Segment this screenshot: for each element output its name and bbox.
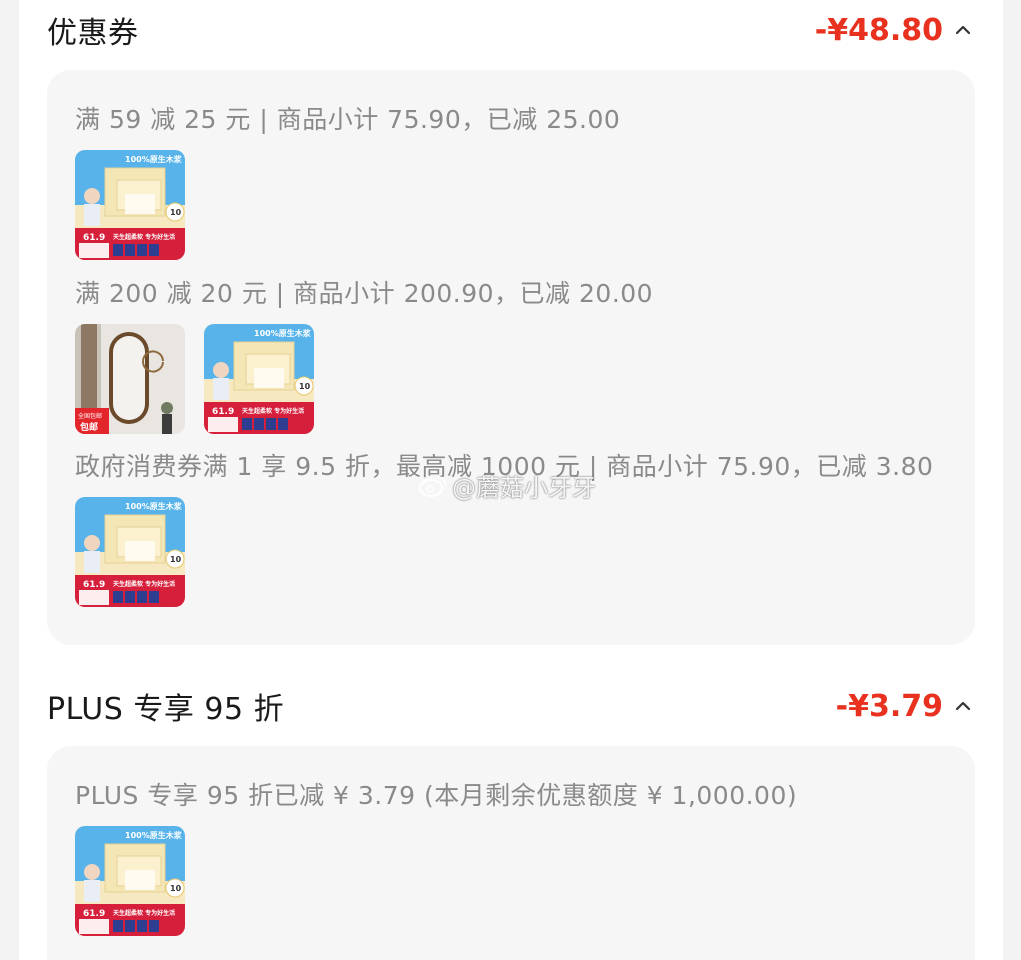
coupons-title: 优惠券: [47, 16, 139, 51]
svg-text:10: 10: [170, 555, 182, 564]
svg-text:包邮: 包邮: [79, 421, 98, 433]
svg-text:天生超柔软 专为好生活: 天生超柔软 专为好生活: [242, 407, 304, 415]
svg-text:天生超柔软 专为好生活: 天生超柔软 专为好生活: [113, 233, 175, 241]
mirror-product-thumbnail[interactable]: 全国包邮 包邮: [75, 324, 185, 434]
product-thumbnail[interactable]: 100%原生木浆 61.9 天生超柔软 专为好生活 10: [75, 497, 185, 607]
svg-text:天生超柔软 专为好生活: 天生超柔软 专为好生活: [113, 580, 175, 588]
coupons-amount: -¥48.80: [814, 12, 943, 48]
coupon-group-label: 满 59 减 25 元 | 商品小计 75.90，已减 25.00: [75, 105, 621, 134]
plus-collapse-toggle[interactable]: -¥3.79: [836, 689, 973, 724]
svg-text:61.9: 61.9: [83, 580, 105, 590]
coupon-group-label: 政府消费券满 1 享 9.5 折，最高减 1000 元 | 商品小计 75.90…: [75, 452, 934, 481]
coupons-collapse-toggle[interactable]: -¥48.80: [815, 13, 973, 48]
product-thumbnail[interactable]: 100%原生木浆 61.9 天生超柔软 专为好生活 10: [75, 826, 185, 936]
svg-text:100%原生木浆: 100%原生木浆: [125, 830, 183, 840]
svg-text:100%原生木浆: 100%原生木浆: [254, 328, 312, 338]
svg-text:天生超柔软 专为好生活: 天生超柔软 专为好生活: [113, 909, 175, 917]
svg-text:61.9: 61.9: [83, 233, 105, 243]
plus-title: PLUS 专享 95 折: [47, 692, 285, 727]
plus-group-label: PLUS 专享 95 折已减 ¥ 3.79 (本月剩余优惠额度 ¥ 1,000.…: [75, 781, 798, 810]
product-thumbnail[interactable]: 100%原生木浆 61.9 天生超柔软 专为好生活 10: [75, 150, 185, 260]
svg-text:61.9: 61.9: [83, 909, 105, 919]
chevron-up-icon: [955, 701, 971, 711]
svg-text:61.9: 61.9: [212, 407, 234, 417]
chevron-up-icon: [955, 25, 971, 35]
plus-card: PLUS 专享 95 折已减 ¥ 3.79 (本月剩余优惠额度 ¥ 1,000.…: [47, 746, 975, 960]
svg-text:10: 10: [170, 208, 182, 217]
coupons-card: 满 59 减 25 元 | 商品小计 75.90，已减 25.00 100%原生…: [47, 70, 975, 645]
coupons-header[interactable]: 优惠券 -¥48.80: [47, 8, 973, 52]
svg-text:10: 10: [299, 382, 311, 391]
order-discount-panel: 优惠券 -¥48.80 满 59 减 25 元 | 商品小计 75.90，已减 …: [19, 0, 1003, 960]
product-thumbnail[interactable]: 100%原生木浆 61.9 天生超柔软 专为好生活 10: [204, 324, 314, 434]
svg-text:100%原生木浆: 100%原生木浆: [125, 501, 183, 511]
svg-text:10: 10: [170, 884, 182, 893]
svg-text:全国包邮: 全国包邮: [78, 412, 102, 420]
plus-header[interactable]: PLUS 专享 95 折 -¥3.79: [47, 684, 973, 728]
plus-amount: -¥3.79: [835, 688, 943, 724]
coupon-group-label: 满 200 减 20 元 | 商品小计 200.90，已减 20.00: [75, 279, 654, 308]
svg-text:100%原生木浆: 100%原生木浆: [125, 154, 183, 164]
